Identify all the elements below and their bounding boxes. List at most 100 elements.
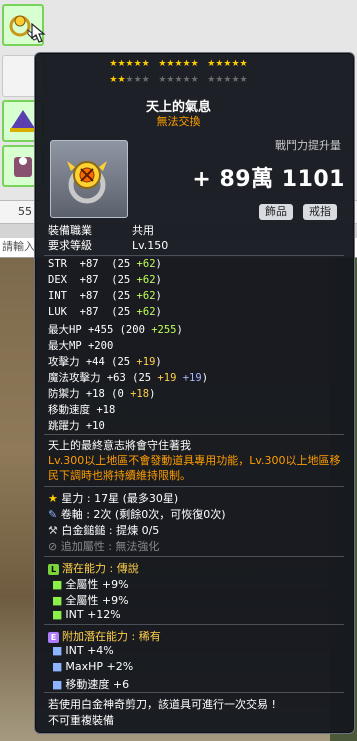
divider — [44, 434, 344, 435]
stat-detail: (25 — [111, 306, 137, 318]
divider — [44, 556, 344, 557]
stat-bonus: +19 — [136, 356, 156, 368]
stat-base: +87 — [79, 258, 99, 270]
stat-name: 防禦力 — [48, 388, 80, 400]
stat-detail-end: ) — [155, 258, 162, 270]
stat-row: 跳躍力 +10 — [48, 418, 105, 433]
additional-option-info: ⊘ 追加屬性 : 無法強化 — [48, 538, 159, 554]
stat-detail: (0 — [111, 388, 131, 400]
stat-name: LUK — [48, 306, 67, 318]
hammer-icon: ⚒ — [48, 524, 58, 537]
divider — [44, 624, 344, 625]
stat-name: 最大HP — [48, 324, 82, 336]
power-increase-label: 戰鬥力提升量 — [275, 139, 341, 152]
trade-scissors-note: 若使用白金神奇剪刀，該道具可進行一次交易 ! — [48, 698, 276, 711]
stat-name: 魔法攻擊力 — [48, 372, 101, 384]
power-increase-value: + 89萬 1101 — [192, 167, 345, 192]
star-group-on: ★★ — [109, 75, 126, 85]
stat-name: 最大MP — [48, 340, 82, 352]
divider — [44, 692, 344, 693]
stat-name: 攻擊力 — [48, 356, 80, 368]
description-warning: Lv.300以上地區不會發動道具專用功能，Lv.300以上地區移民下調時也將持續… — [48, 454, 341, 482]
stat-base: +44 — [85, 356, 105, 368]
divider — [44, 255, 344, 256]
scroll-text: 卷軸 : 2次 (剩餘0次，可恢復0次) — [60, 508, 226, 521]
potential-text: INT +12% — [65, 608, 121, 621]
bonus-potential-line: ■ 移動速度 +6 — [52, 676, 129, 692]
rare-badge-icon: E — [48, 631, 59, 643]
stat-bonus: +62 — [136, 274, 156, 286]
potential-header: L 潛在能力 : 傳說 — [48, 560, 139, 576]
unique-equip-note: 不可重複裝備 — [48, 714, 114, 727]
star-group: ★★★★★ — [109, 59, 150, 69]
stat-name: 跳躍力 — [48, 420, 80, 432]
stat-row: 移動速度 +18 — [48, 402, 115, 417]
stat-name: 移動速度 — [48, 404, 90, 416]
potential-line: ■ 全屬性 +9% — [52, 576, 129, 592]
hammer-info: ⚒ 白金鎚鎚 : 提煉 0/5 — [48, 522, 159, 538]
stat-detail-end: ) — [149, 388, 156, 400]
star-group: ★★★★★ — [207, 59, 248, 69]
potential-line: ■ 全屬性 +9% — [52, 592, 129, 608]
stat-row: 魔法攻擊力 +63 (25 +19 +19) — [48, 370, 208, 385]
star-force-info: ★ 星力 : 17星 (最多30星) — [48, 490, 178, 506]
stat-name: INT — [48, 290, 67, 302]
stat-detail-end: ) — [176, 324, 183, 336]
bullet-icon: ■ — [52, 578, 63, 591]
additional-option-text: 追加屬性 : 無法強化 — [60, 540, 160, 553]
stat-base: +455 — [87, 324, 114, 336]
stat-detail-end: ) — [155, 290, 162, 302]
stat-detail: (25 — [111, 258, 137, 270]
stat-base: +200 — [87, 340, 114, 352]
stat-base: +87 — [79, 290, 99, 302]
count-text: 55 — [18, 205, 32, 218]
star-group: ★★★★★ — [158, 59, 199, 69]
bonus-potential-title: 附加潛在能力 : 稀有 — [62, 630, 161, 643]
stat-base: +63 — [106, 372, 126, 384]
stat-bonus: +255 — [151, 324, 177, 336]
job-row: 裝備職業 共用 — [48, 222, 154, 238]
bonus-potential-header: E 附加潛在能力 : 稀有 — [48, 628, 161, 644]
stat-row: LUK +87 (25 +62) — [48, 306, 162, 318]
stat-bonus-extra: +19 — [182, 372, 202, 384]
star-group-off: ★★★ — [125, 75, 150, 85]
star-group-off: ★★★★★ — [158, 75, 199, 85]
job-value: 共用 — [132, 224, 154, 237]
bullet-icon: ■ — [52, 660, 63, 673]
stat-row: INT +87 (25 +62) — [48, 290, 162, 302]
job-label: 裝備職業 — [48, 224, 92, 237]
stat-bonus: +19 — [157, 372, 183, 384]
stat-bonus: +62 — [136, 258, 156, 270]
stat-detail: (25 — [111, 290, 137, 302]
description: 天上的最終意志將會守住著我 Lv.300以上地區不會發動道具專用功能，Lv.30… — [48, 438, 344, 483]
stat-base: +87 — [79, 274, 99, 286]
stat-bonus: +62 — [136, 306, 156, 318]
stat-detail: (25 — [111, 274, 137, 286]
stat-row: 最大MP +200 — [48, 338, 113, 353]
stat-row: 最大HP +455 (200 +255) — [48, 322, 183, 337]
hammer-text: 白金鎚鎚 : 提煉 0/5 — [61, 524, 160, 537]
stat-bonus: +62 — [136, 290, 156, 302]
bonus-potential-line: ■ MaxHP +2% — [52, 660, 133, 673]
stat-detail: (200 — [119, 324, 152, 336]
stat-detail-end: ) — [155, 274, 162, 286]
category-tag: 飾品 — [259, 204, 293, 220]
trade-status: 無法交換 — [156, 115, 201, 128]
potential-text: 全屬性 +9% — [65, 578, 129, 591]
stat-base: +10 — [85, 420, 105, 432]
star-group-off: ★★★★★ — [207, 75, 248, 85]
item-icon-box — [50, 140, 128, 218]
bullet-icon: ■ — [52, 594, 63, 607]
scroll-icon: ✎ — [48, 508, 58, 521]
description-line: 天上的最終意志將會守住著我 — [48, 439, 191, 452]
stat-base: +87 — [79, 306, 99, 318]
bullet-icon: ■ — [52, 608, 63, 621]
stat-detail: (25 — [111, 356, 137, 368]
ring-icon — [67, 161, 107, 204]
legendary-badge-icon: L — [48, 563, 59, 575]
bonus-potential-text: INT +4% — [65, 644, 114, 657]
disabled-icon: ⊘ — [48, 540, 58, 553]
stat-detail-end: ) — [155, 306, 162, 318]
bonus-potential-text: MaxHP +2% — [65, 660, 134, 673]
divider — [44, 486, 344, 487]
